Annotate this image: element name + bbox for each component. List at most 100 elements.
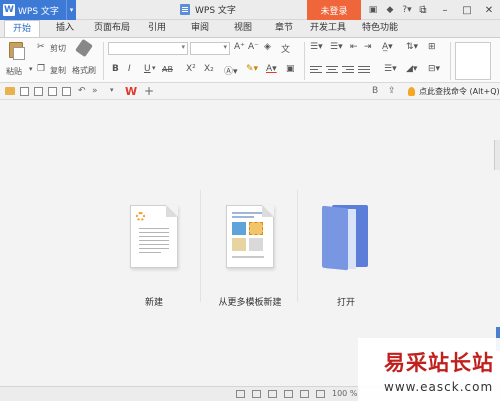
tab-insert[interactable]: 插入	[50, 20, 80, 37]
new-document-label[interactable]: 新建	[106, 295, 202, 308]
new-document-item[interactable]: 新建	[106, 105, 202, 308]
export-pdf-icon[interactable]	[34, 87, 43, 96]
new-from-template-label[interactable]: 从更多模板新建	[202, 295, 298, 308]
view-mode-icon[interactable]	[316, 390, 325, 398]
view-mode-icon[interactable]	[300, 390, 309, 398]
align-right-icon[interactable]	[342, 66, 354, 75]
template-tile	[232, 238, 246, 251]
sort-icon[interactable]: ⇅▾	[406, 42, 418, 52]
highlight-icon[interactable]: ✎▾	[246, 64, 258, 74]
undo-icon[interactable]: ↶	[78, 86, 86, 96]
divider	[304, 42, 305, 80]
open-folder-icon[interactable]	[5, 87, 15, 95]
justify-icon[interactable]	[358, 66, 370, 75]
template-tile	[249, 238, 263, 251]
chevron-down-icon[interactable]: ▾	[29, 65, 33, 73]
skin-icon[interactable]: ▣	[366, 2, 380, 18]
document-title-text: WPS 文字	[195, 6, 236, 16]
document-title: WPS 文字	[180, 3, 236, 16]
tab-view[interactable]: 视图	[229, 20, 257, 37]
strikethrough-button[interactable]: AB	[162, 65, 173, 74]
border-icon[interactable]: ⊟▾	[428, 64, 440, 74]
restore-icon[interactable]: ⧉	[412, 0, 434, 20]
new-tab-button[interactable]: +	[144, 84, 154, 98]
view-mode-icon[interactable]	[252, 390, 261, 398]
chevron-down-icon[interactable]: ▾	[110, 86, 114, 94]
view-mode-icon[interactable]	[268, 390, 277, 398]
open-document-label[interactable]: 打开	[298, 295, 394, 308]
pinyin-icon[interactable]: 文	[281, 42, 290, 55]
style-gallery[interactable]	[455, 42, 491, 80]
line-spacing-icon[interactable]: ☰▾	[384, 64, 397, 74]
divider	[103, 42, 104, 80]
new-from-template-item[interactable]: 从更多模板新建	[202, 105, 298, 308]
ribbon-tabs: 开始 插入 页面布局 引用 审阅 视图 章节 开发工具 特色功能	[0, 20, 500, 37]
tab-chapter[interactable]: 章节	[270, 20, 298, 37]
format-painter-button[interactable]: 格式刷	[72, 65, 96, 76]
char-border-icon[interactable]: ▣	[286, 64, 295, 74]
font-size-select[interactable]	[190, 42, 230, 55]
superscript-button[interactable]: X²	[186, 64, 196, 74]
print-preview-icon[interactable]	[62, 87, 71, 96]
scissors-icon[interactable]: ✂	[37, 42, 45, 52]
tab-home[interactable]: 开始	[4, 20, 40, 37]
zoom-level[interactable]: 100 %	[332, 389, 357, 398]
tab-page-layout[interactable]: 页面布局	[90, 20, 134, 37]
underline-button[interactable]: U	[144, 64, 151, 74]
clear-format-icon[interactable]: ◈	[264, 42, 271, 52]
tab-developer[interactable]: 开发工具	[306, 20, 350, 37]
subscript-button[interactable]: X₂	[204, 64, 214, 74]
shading-icon[interactable]: ◢▾	[406, 64, 417, 74]
paste-button[interactable]: 粘贴	[6, 66, 22, 77]
maximize-icon[interactable]: □	[456, 0, 478, 20]
close-icon[interactable]: ✕	[478, 0, 500, 20]
chinese-layout-icon[interactable]: A̲▾	[382, 42, 393, 52]
copy-icon[interactable]: ❐	[37, 64, 45, 74]
chevron-down-icon[interactable]: ▾	[152, 64, 156, 72]
outdent-icon[interactable]: ⇤	[350, 42, 358, 52]
title-bar: W WPS 文字 ▾ WPS 文字 未登录 ▣ ◆ ?▾ ⋮ ⧉ – □ ✕	[0, 0, 500, 20]
tab-review[interactable]: 审阅	[186, 20, 214, 37]
save-icon[interactable]	[20, 87, 29, 96]
font-color-icon[interactable]: A▾	[266, 64, 277, 74]
bullet-list-icon[interactable]: ☰▾	[310, 42, 323, 52]
view-mode-icon[interactable]	[236, 390, 245, 398]
tab-references[interactable]: 引用	[143, 20, 171, 37]
cut-button[interactable]: 剪切	[50, 43, 66, 54]
more-icon[interactable]: »	[92, 86, 98, 96]
ribbon: 粘贴 ▾ ✂ 剪切 ❐ 复制 格式刷 A⁺ A⁻ ◈ 文 B I U ▾ AB …	[0, 37, 500, 83]
table-border-icon[interactable]: ⊞	[428, 42, 436, 52]
shirt-icon[interactable]: ◆	[383, 2, 397, 18]
document-icon	[180, 4, 190, 15]
grow-font-icon[interactable]: A⁺	[234, 42, 245, 52]
italic-button[interactable]: I	[128, 64, 131, 74]
wps-tab-logo-icon[interactable]: W	[125, 85, 137, 98]
shrink-font-icon[interactable]: A⁻	[248, 42, 259, 52]
align-center-icon[interactable]	[326, 66, 338, 75]
numbered-list-icon[interactable]: ☰▾	[330, 42, 343, 52]
print-icon[interactable]	[48, 87, 57, 96]
login-button[interactable]: 未登录	[307, 0, 361, 20]
text-effect-icon[interactable]: Ⓐ▾	[224, 64, 238, 77]
tab-special[interactable]: 特色功能	[358, 20, 402, 37]
scroll-handle[interactable]	[494, 140, 500, 170]
doc-b-icon[interactable]: B	[372, 86, 378, 96]
format-painter-icon[interactable]	[75, 38, 93, 58]
paste-icon[interactable]	[9, 42, 25, 60]
app-name: WPS 文字	[18, 6, 59, 17]
view-mode-icon[interactable]	[284, 390, 293, 398]
window-controls: ⧉ – □ ✕	[412, 0, 500, 20]
wps-logo-icon: W	[3, 4, 15, 16]
copy-button[interactable]: 复制	[50, 65, 66, 76]
indent-icon[interactable]: ⇥	[364, 42, 372, 52]
chevron-down-icon[interactable]: ▾	[66, 0, 76, 20]
open-document-item[interactable]: 打开	[298, 105, 394, 308]
minimize-icon[interactable]: –	[434, 0, 456, 20]
quick-access-bar: ↶ » ▾ W + B ⇪ 点此查找命令 (Alt+Q)	[0, 83, 500, 100]
align-left-icon[interactable]	[310, 66, 322, 75]
command-search[interactable]: 点此查找命令 (Alt+Q)	[408, 86, 500, 97]
app-menu-button[interactable]: W WPS 文字 ▾	[0, 0, 76, 20]
share-icon[interactable]: ⇪	[388, 86, 396, 96]
bold-button[interactable]: B	[112, 64, 119, 74]
font-name-select[interactable]	[108, 42, 188, 55]
